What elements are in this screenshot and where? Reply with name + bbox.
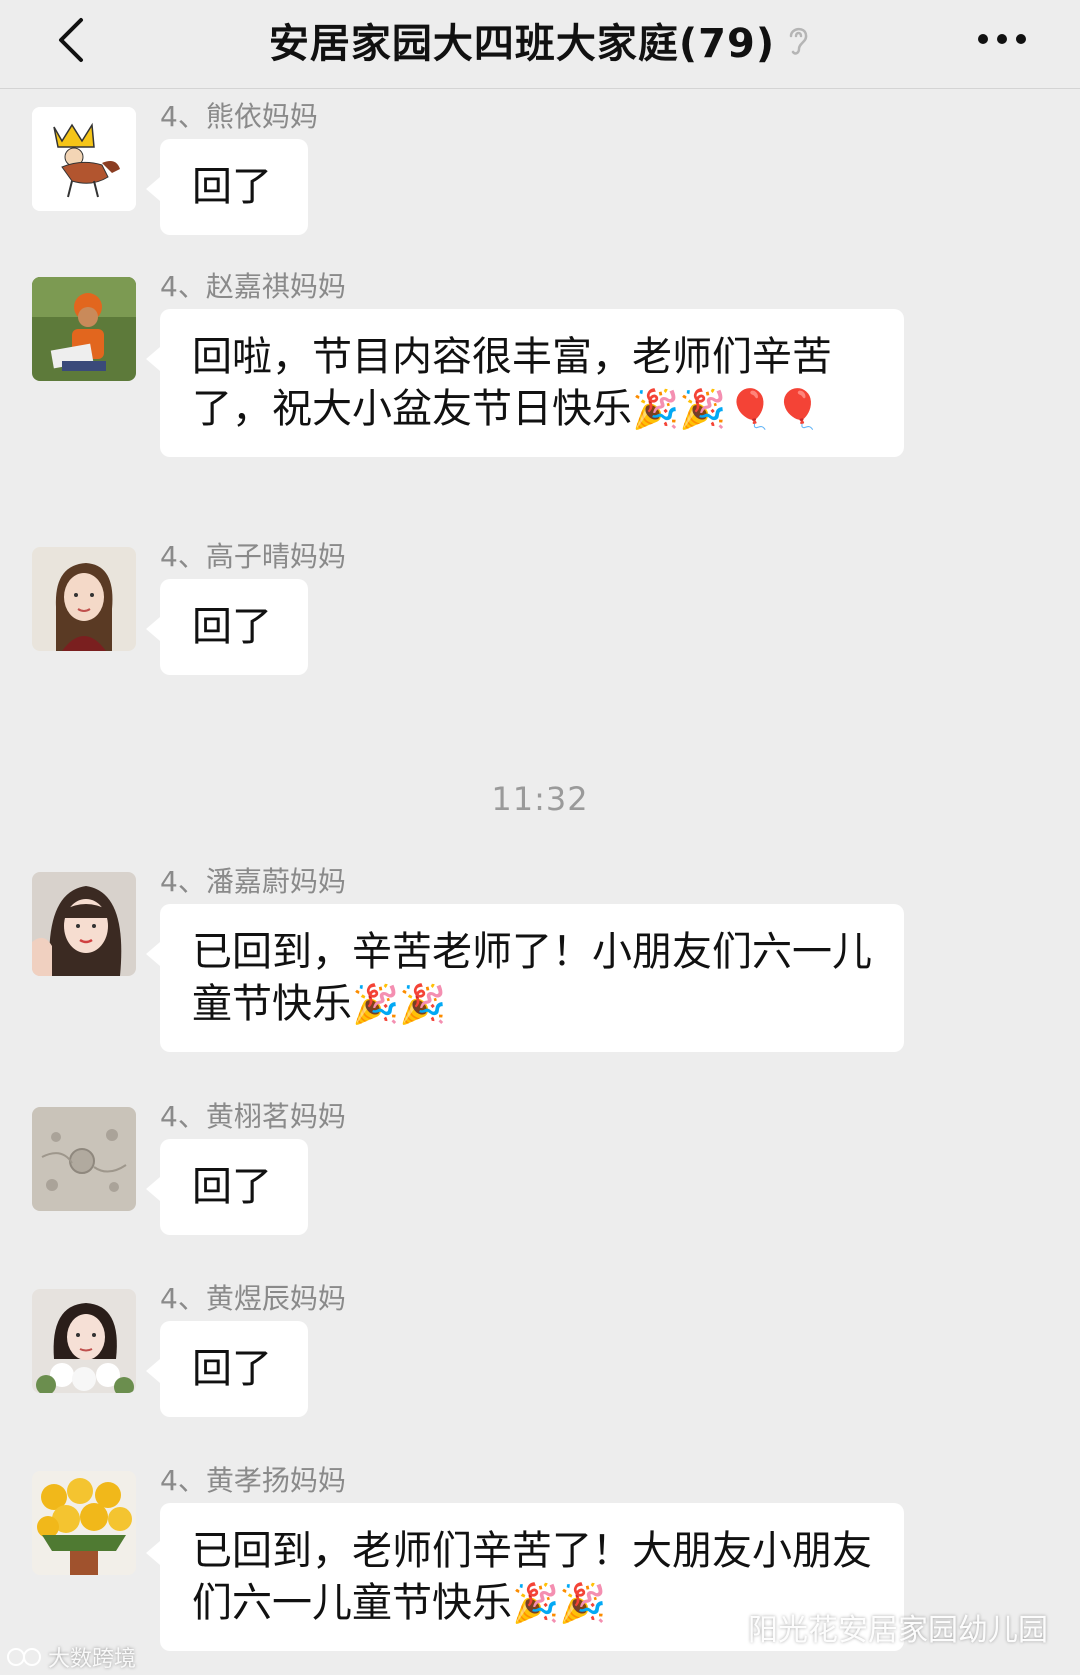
sender-name: 4、熊依妈妈 xyxy=(160,100,318,133)
emoji-sequence: 🎉🎉 xyxy=(512,1581,607,1625)
woman-portrait-avatar-image xyxy=(32,547,136,651)
avatar[interactable] xyxy=(32,107,136,211)
girl-with-flowers-avatar-image xyxy=(32,1289,136,1393)
message-text: 回了 xyxy=(192,164,272,210)
avatar[interactable] xyxy=(32,1289,136,1393)
avatar[interactable] xyxy=(32,277,136,381)
sender-name: 4、高子晴妈妈 xyxy=(160,540,346,573)
timestamp: 11:32 xyxy=(491,780,589,818)
message-text: 回了 xyxy=(192,1164,272,1210)
king-cartoon-avatar-image xyxy=(32,107,136,211)
sender-name: 4、赵嘉祺妈妈 xyxy=(160,270,346,303)
yellow-roses-avatar-image xyxy=(32,1471,136,1575)
sender-name: 4、黄煜辰妈妈 xyxy=(160,1282,346,1315)
sender-name: 4、黄栩茗妈妈 xyxy=(160,1100,346,1133)
sand-sculpture-avatar-image xyxy=(32,1107,136,1211)
message-bubble[interactable]: 回啦，节目内容很丰富，老师们辛苦了，祝大小盆友节日快乐🎉🎉🎈🎈 xyxy=(146,309,904,457)
avatar[interactable] xyxy=(32,872,136,976)
emoji-sequence: 🎉🎉🎈🎈 xyxy=(632,387,822,431)
top-bar: 安居家园大四班大家庭(79) xyxy=(0,0,1080,89)
watermark-official-account: 阳光花安居家园幼儿园 xyxy=(700,1605,1048,1649)
message-bubble[interactable]: 回了 xyxy=(146,139,308,235)
avatar[interactable] xyxy=(32,1471,136,1575)
watermark-text: 大数跨境 xyxy=(48,1647,137,1672)
message-text: 已回到，辛苦老师了！小朋友们六一儿童节快乐 xyxy=(192,929,872,1027)
ear-icon xyxy=(789,27,808,55)
chat-title-area: 安居家园大四班大家庭(79) xyxy=(0,8,1080,72)
child-outdoor-avatar-image xyxy=(32,277,136,381)
avatar[interactable] xyxy=(32,1107,136,1211)
more-dots-icon xyxy=(978,34,1026,44)
emoji-sequence: 🎉🎉 xyxy=(352,982,447,1026)
message-bubble[interactable]: 回了 xyxy=(146,579,308,675)
avatar[interactable] xyxy=(32,547,136,651)
message-bubble[interactable]: 回了 xyxy=(146,1321,308,1417)
sender-name: 4、黄孝扬妈妈 xyxy=(160,1464,346,1497)
message-bubble[interactable]: 已回到，辛苦老师了！小朋友们六一儿童节快乐🎉🎉 xyxy=(146,904,904,1052)
message-text: 回了 xyxy=(192,604,272,650)
source-logo-icon xyxy=(7,1648,41,1666)
more-button[interactable] xyxy=(972,14,1032,64)
watermark-text: 阳光花安居家园幼儿园 xyxy=(748,1613,1048,1648)
woman-selfie-avatar-image xyxy=(32,872,136,976)
message-bubble[interactable]: 回了 xyxy=(146,1139,308,1235)
sender-name: 4、潘嘉蔚妈妈 xyxy=(160,865,346,898)
watermark-source: 大数跨境 xyxy=(6,1641,136,1673)
chat-title: 安居家园大四班大家庭(79) xyxy=(268,21,776,67)
wechat-icon xyxy=(700,1611,739,1642)
message-text: 回了 xyxy=(192,1346,272,1392)
